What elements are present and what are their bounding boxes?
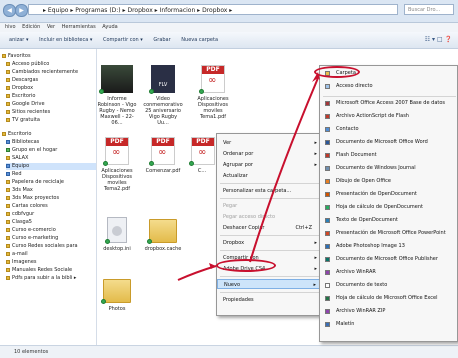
explorer-window: ◀ ▶ ▸ Equipo ▸ Programas (D:) ▸ Dropbox … — [0, 0, 458, 358]
annotation-arrow — [249, 77, 319, 263]
annotation-arrows — [177, 72, 320, 281]
annotation-arrow-left — [177, 265, 217, 281]
